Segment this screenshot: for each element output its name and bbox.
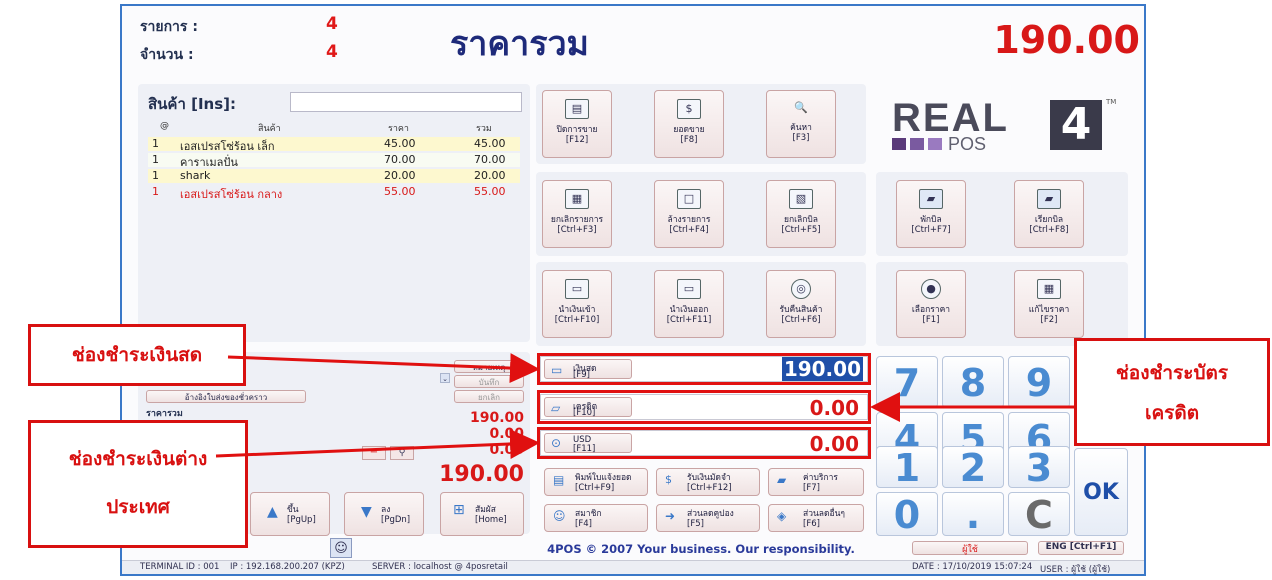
callout-arrows — [215, 353, 1074, 459]
cash-arrow — [227, 353, 540, 384]
foreign-arrow — [215, 428, 540, 459]
